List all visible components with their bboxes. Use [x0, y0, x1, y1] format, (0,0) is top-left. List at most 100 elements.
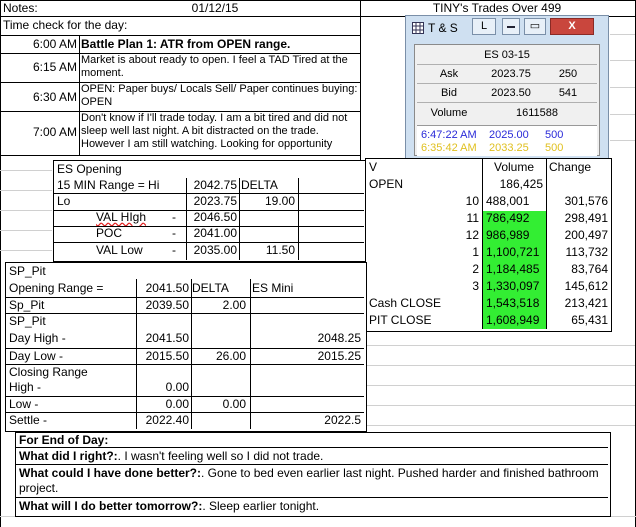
bid-size: 541 — [558, 87, 578, 99]
trade-size: 500 — [545, 129, 564, 141]
pit-close-label: PIT CLOSE — [369, 313, 432, 327]
restore-icon[interactable]: ▭ — [524, 18, 546, 35]
header-date: 01/12/15 — [191, 1, 239, 15]
open-label: OPEN — [369, 177, 404, 191]
hour-change: 113,732 — [565, 245, 609, 259]
range-hi: 2042.75 — [193, 178, 237, 192]
grid-icon — [412, 22, 424, 34]
journal-time: 6:15 AM — [32, 60, 77, 74]
cash-close-label: Cash CLOSE — [369, 296, 442, 310]
hour-label: 1 — [472, 245, 479, 259]
range-delta: 19.00 — [264, 194, 295, 208]
settle-value: 2022.40 — [145, 413, 189, 427]
day-low-es: 2015.25 — [317, 349, 361, 363]
hour-change: 301,576 — [564, 194, 608, 208]
ts-title: T & S — [428, 21, 458, 35]
hour-label: 11 — [466, 211, 479, 225]
settle-es: 2022.5 — [324, 413, 361, 427]
val-low: 2035.00 — [193, 243, 237, 257]
hour-label: 2 — [472, 262, 479, 276]
sp-pit-label: Sp_Pit — [9, 298, 45, 312]
sp-pit-box: SP_Pit Opening Range = 2041.50 DELTA ES … — [5, 262, 367, 432]
es-opening-box: ES Opening 15 MIN Range = Hi 2042.75 DEL… — [53, 160, 367, 262]
ts-symbol: ES 03-15 — [484, 49, 530, 61]
journal-text: Market is about ready to open. I feel a … — [81, 54, 348, 79]
end-of-day-title: For End of Day: — [19, 433, 109, 447]
hour-volume: 488,001 — [486, 194, 530, 208]
day-low-value: 2015.50 — [145, 349, 189, 363]
lo-label: Lo — [57, 194, 71, 208]
journal-text: OPEN: Paper buys/ Locals Sell/ Paper con… — [81, 83, 358, 108]
day-high-label: Day High - — [9, 331, 66, 345]
journal-text: Don't know if I'll trade today. I am a b… — [81, 112, 348, 150]
volume-label: Volume — [430, 107, 468, 119]
trade-time: 6:47:22 AM — [421, 129, 477, 141]
hour-volume: 786,492 — [483, 211, 546, 228]
sp-pit-title-2: SP_Pit — [9, 314, 46, 328]
notes-label: Notes: — [3, 1, 38, 15]
minimize-icon[interactable] — [502, 18, 520, 35]
ts-quote-panel: ES 03-15 Ask 2023.75 250 Bid 2023.50 541… — [414, 44, 600, 156]
end-of-day-box: For End of Day: What did I right?:. I wa… — [15, 432, 611, 517]
volume-table: V Volume Change OPEN 186,425 10 488,001 … — [365, 158, 612, 332]
low-label: Low - — [9, 397, 39, 411]
sp-pit-value: 2039.50 — [145, 298, 189, 312]
val-high: 2046.50 — [193, 210, 237, 224]
journal-text: Battle Plan 1: ATR from OPEN range. — [81, 37, 291, 51]
val-low-label: VAL Low — [96, 243, 143, 257]
sp-pit-title: SP_Pit — [9, 264, 46, 278]
hour-change: 83,764 — [571, 262, 608, 276]
hour-change: 298,491 — [564, 211, 608, 225]
day-low-delta: 26.00 — [215, 349, 246, 363]
val-low-dash: - — [172, 243, 176, 257]
bid-label: Bid — [441, 87, 457, 99]
trade-time: 6:35:42 AM — [421, 142, 477, 154]
opening-range-label: Opening Range = — [9, 281, 104, 295]
poc-label: POC — [96, 226, 123, 240]
what-better-question: What could I have done better?: — [19, 466, 202, 480]
hour-label: 10 — [465, 194, 479, 208]
ts-l-button[interactable]: L — [472, 18, 496, 35]
what-tomorrow-answer: . Sleep earlier tonight. — [202, 499, 320, 513]
cash-close-volume: 1,543,518 — [483, 296, 546, 313]
es-opening-title: ES Opening — [57, 162, 122, 176]
trade-size: 500 — [545, 142, 564, 154]
time-check-label: Time check for the day: — [3, 18, 128, 32]
day-high-value: 2041.50 — [145, 331, 189, 345]
high-value: 0.00 — [165, 380, 189, 394]
delta-label: DELTA — [241, 178, 278, 192]
volume-value: 1611588 — [515, 107, 558, 119]
col-v-header: V — [369, 160, 378, 174]
closing-range-label: Closing Range — [9, 365, 88, 379]
tiny-trades-title: TINY's Trades Over 499 — [432, 1, 562, 15]
col-change-header: Change — [549, 160, 592, 174]
col-volume-header: Volume — [493, 160, 535, 174]
val-high-label: VAL HIgh — [96, 210, 147, 224]
ts-trade-list[interactable]: 6:47:22 AM 2025.00 500 6:35:42 AM 2033.2… — [417, 125, 597, 156]
journal-time: 7:00 AM — [32, 125, 77, 139]
poc-value: 2041.00 — [193, 226, 237, 240]
low-value: 0.00 — [165, 397, 189, 411]
pit-close-volume: 1,608,949 — [483, 313, 546, 329]
hour-volume: 1,184,485 — [483, 262, 546, 279]
day-low-label: Day Low - — [9, 349, 64, 363]
ts-title-bar[interactable]: T & S L ▭ X — [406, 16, 608, 40]
close-icon[interactable]: X — [550, 18, 594, 35]
hour-volume: 1,100,721 — [483, 245, 546, 262]
sp-delta-label: DELTA — [192, 281, 229, 295]
what-right-answer: . I wasn't feeling well so I did not tra… — [117, 449, 324, 463]
time-and-sales-window[interactable]: T & S L ▭ X ES 03-15 Ask 2023.75 250 Bid… — [405, 15, 609, 161]
low-delta: 0.00 — [222, 397, 246, 411]
range-lo: 2023.75 — [193, 194, 237, 208]
ask-size: 250 — [558, 68, 578, 80]
day-high-es: 2048.25 — [317, 331, 361, 345]
what-tomorrow-row: What will I do better tomorrow?:. Sleep … — [19, 499, 605, 514]
what-right-question: What did I right?: — [19, 449, 118, 463]
hour-label: 3 — [472, 279, 479, 293]
sp-pit-delta: 2.00 — [222, 298, 246, 312]
what-right-row: What did I right?:. I wasn't feeling wel… — [19, 449, 605, 464]
cash-close-change: 213,421 — [564, 296, 608, 310]
ask-price: 2023.75 — [491, 68, 531, 80]
es-mini-label: ES Mini — [252, 281, 294, 295]
hour-volume: 1,330,097 — [483, 279, 546, 296]
